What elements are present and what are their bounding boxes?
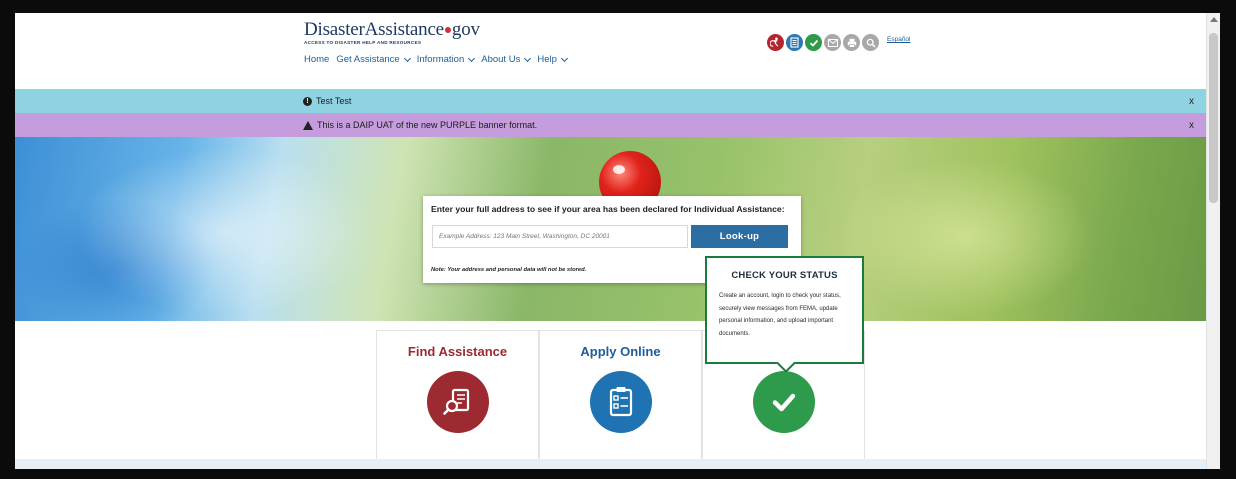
warning-banner: This is a DAIP UAT of the new PURPLE ban… xyxy=(15,113,1206,137)
lookup-title: Enter your full address to see if your a… xyxy=(431,204,785,214)
card-title: Apply Online xyxy=(580,344,661,359)
search-document-icon xyxy=(426,371,489,433)
nav-label: Help xyxy=(537,54,557,65)
nav-help[interactable]: Help xyxy=(537,54,568,65)
nav-label: Information xyxy=(416,54,465,65)
warning-banner-close-button[interactable]: x xyxy=(1189,120,1194,131)
nav-get-assistance[interactable]: Get Assistance xyxy=(336,54,411,65)
screenshot-frame: DisasterAssistance gov ACCESS TO DISASTER… xyxy=(0,0,1236,479)
warning-banner-content: This is a DAIP UAT of the new PURPLE ban… xyxy=(303,120,537,130)
lookup-note: Note: Your address and personal data wil… xyxy=(431,267,587,273)
info-banner: ! Test Test x xyxy=(15,89,1206,113)
hero-background-detail xyxy=(75,147,375,317)
language-link[interactable]: Español xyxy=(887,36,911,43)
document-icon[interactable] xyxy=(786,34,803,51)
browser-viewport: DisasterAssistance gov ACCESS TO DISASTER… xyxy=(15,13,1220,469)
address-input[interactable] xyxy=(432,225,688,248)
nav-label: About Us xyxy=(481,54,521,65)
chevron-down-icon xyxy=(524,54,532,62)
chevron-down-icon xyxy=(560,54,568,62)
main-nav: Home Get Assistance Information About Us… xyxy=(304,54,568,65)
clipboard-checklist-icon xyxy=(589,371,652,433)
print-icon[interactable] xyxy=(843,34,860,51)
apply-online-card[interactable]: Apply Online xyxy=(539,330,702,463)
logo-main-text: DisasterAssistance xyxy=(304,19,444,40)
hero-background-detail xyxy=(835,157,1095,317)
chevron-down-icon xyxy=(403,54,411,62)
nav-information[interactable]: Information xyxy=(416,54,476,65)
find-assistance-card[interactable]: Find Assistance xyxy=(376,330,539,463)
nav-home[interactable]: Home xyxy=(304,54,329,65)
chevron-down-icon xyxy=(468,54,476,62)
map-pin-highlight xyxy=(613,165,625,174)
check-status-icon[interactable] xyxy=(805,34,822,51)
popover-body: Create an account, login to check your s… xyxy=(719,293,841,337)
card-title: Find Assistance xyxy=(407,344,508,359)
nav-label: Home xyxy=(304,54,330,65)
warning-banner-text: This is a DAIP UAT of the new PURPLE ban… xyxy=(317,120,538,130)
scrollbar-thumb[interactable] xyxy=(1209,33,1218,203)
site-header: DisasterAssistance gov ACCESS TO DISASTER… xyxy=(15,13,1206,89)
scroll-up-arrow-icon[interactable] xyxy=(1210,17,1218,22)
popover-title: CHECK YOUR STATUS xyxy=(731,270,838,281)
utility-toolbar: Español xyxy=(767,34,911,51)
vertical-scrollbar[interactable] xyxy=(1206,13,1220,469)
logo-suffix-text: gov xyxy=(451,19,480,40)
logo-dot-icon xyxy=(444,26,451,33)
nav-about-us[interactable]: About Us xyxy=(481,54,532,65)
site-logo[interactable]: DisasterAssistance gov ACCESS TO DISASTER… xyxy=(304,19,480,45)
info-icon: ! xyxy=(303,96,312,106)
check-status-icon xyxy=(752,371,815,433)
email-icon[interactable] xyxy=(824,34,841,51)
accessibility-icon[interactable] xyxy=(767,34,784,51)
warning-icon xyxy=(303,120,313,130)
info-banner-close-button[interactable]: x xyxy=(1189,96,1194,107)
nav-label: Get Assistance xyxy=(336,54,400,65)
info-banner-text: Test Test xyxy=(316,96,352,106)
logo-wordmark: DisasterAssistance gov xyxy=(304,19,480,41)
lookup-button[interactable]: Look-up xyxy=(691,225,788,248)
search-icon[interactable] xyxy=(862,34,879,51)
check-status-popover: CHECK YOUR STATUS Create an account, log… xyxy=(705,256,864,364)
page-footer-strip xyxy=(15,459,1206,469)
info-banner-content: ! Test Test xyxy=(303,96,351,106)
